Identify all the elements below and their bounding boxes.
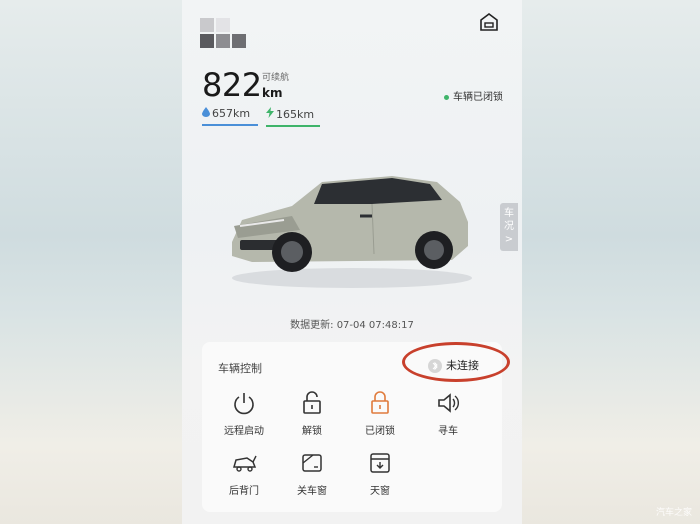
lock-icon — [371, 391, 389, 414]
sunroof-label: 天窗 — [370, 486, 390, 497]
data-update-time: 数据更新: 07-04 07:48:17 — [290, 320, 414, 331]
bluetooth-icon — [428, 359, 442, 373]
close-windows-label: 关车窗 — [297, 486, 327, 497]
sunroof-icon — [370, 453, 390, 473]
horn-icon — [438, 393, 459, 413]
lock-status: 车辆已闭锁 — [444, 88, 503, 103]
find-car-button[interactable]: 寻车 — [420, 390, 476, 437]
bluetooth-status-text: 未连接 — [446, 359, 479, 372]
remote-start-button[interactable]: 远程启动 — [216, 390, 272, 437]
bluetooth-status[interactable]: 未连接 — [428, 357, 479, 373]
license-plate-blurred — [200, 18, 246, 48]
power-icon — [234, 393, 254, 415]
watermark: 汽车之家 — [655, 508, 692, 518]
background-left — [0, 0, 182, 524]
vehicle-image — [232, 176, 472, 288]
find-car-label: 寻车 — [438, 426, 458, 437]
background-right — [522, 0, 700, 524]
tailgate-button[interactable]: 后背门 — [216, 450, 272, 497]
lock-button[interactable]: 已闭锁 — [352, 390, 408, 437]
fuel-drop-icon — [202, 107, 210, 117]
unlock-label: 解锁 — [302, 426, 322, 437]
tailgate-label: 后背门 — [229, 486, 259, 497]
electric-range-value: 165km — [276, 108, 315, 121]
remote-start-label: 远程启动 — [224, 426, 264, 437]
window-icon — [302, 454, 322, 472]
lock-status-text: 车辆已闭锁 — [453, 92, 503, 103]
close-windows-button[interactable]: 关车窗 — [284, 450, 340, 497]
total-range-label: 可续航 — [262, 73, 290, 83]
electric-range: 165km — [266, 107, 320, 127]
vehicle-control-panel: 车辆控制 未连接 远程启动 解锁 已闭锁 寻车 后背门 关车窗 天窗 — [202, 342, 510, 512]
panel-title: 车辆控制 — [218, 362, 262, 375]
status-dot — [444, 94, 449, 100]
side-tab-label-1: 车 — [504, 208, 514, 219]
garage-icon[interactable] — [478, 12, 500, 32]
fuel-range: 657km — [202, 107, 258, 126]
app-screen: 822 可续航 km 657km 165km 车辆已闭锁 车 况 > 数据更新:… — [182, 0, 522, 524]
unlock-button[interactable]: 解锁 — [284, 390, 340, 437]
side-tab-label-2: 况 — [504, 221, 514, 232]
vehicle-condition-tab[interactable]: 车 况 > — [500, 203, 518, 251]
lightning-icon — [266, 107, 274, 118]
lock-label: 已闭锁 — [365, 426, 395, 437]
total-range-unit: km — [262, 86, 283, 100]
sunroof-button[interactable]: 天窗 — [352, 450, 408, 497]
chevron-right-icon: > — [504, 234, 514, 245]
unlock-icon — [303, 391, 321, 414]
tailgate-icon — [233, 455, 257, 472]
total-range-value: 822 — [202, 66, 262, 104]
fuel-range-value: 657km — [212, 107, 251, 120]
